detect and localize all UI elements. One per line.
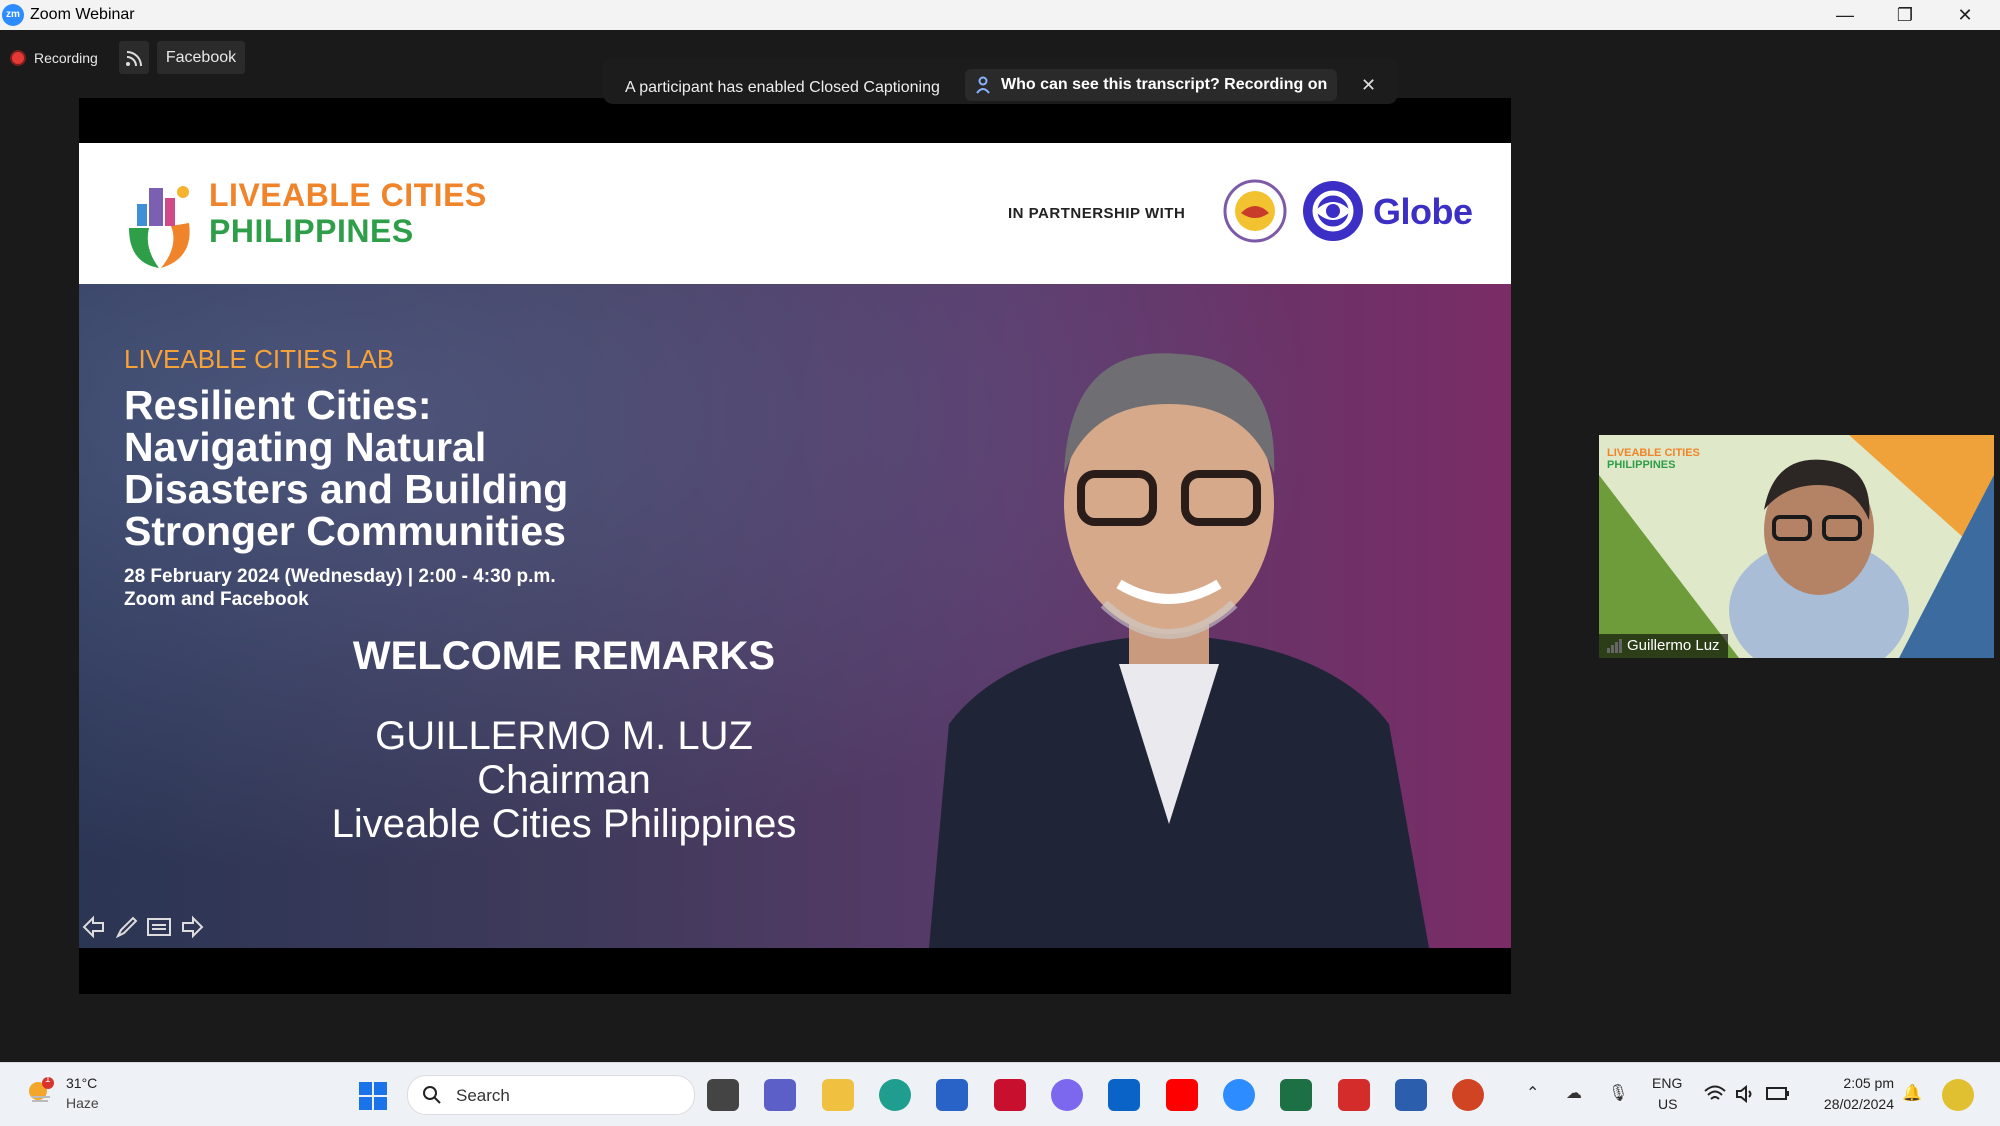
- facebook-stream-button[interactable]: Facebook: [157, 41, 245, 74]
- windows-start-icon[interactable]: [358, 1081, 388, 1111]
- copilot-app-icon[interactable]: [1051, 1079, 1083, 1111]
- speaker-role: Chairman: [477, 758, 651, 802]
- live-stream-button[interactable]: [119, 41, 149, 74]
- slide-header: LIVEABLE CITIES PHILIPPINES IN PARTNERSH…: [79, 143, 1511, 284]
- weather-badge: 1: [45, 1074, 51, 1085]
- store-app-icon[interactable]: [936, 1079, 968, 1111]
- menu-icon: [147, 918, 171, 936]
- close-banner-button[interactable]: ✕: [1361, 75, 1376, 96]
- pen-icon: [115, 916, 138, 939]
- minimize-button[interactable]: —: [1815, 0, 1875, 30]
- taskbar-search[interactable]: Search: [407, 1075, 695, 1115]
- slide-date-time: 28 February 2024 (Wednesday) | 2:00 - 4:…: [124, 566, 556, 587]
- language-line1[interactable]: ENG: [1652, 1075, 1682, 1091]
- speaker-icon[interactable]: [1735, 1085, 1755, 1103]
- zoom-app-icon: zm: [2, 4, 24, 26]
- video-bg-logo-line1: LIVEABLE CITIES: [1607, 447, 1700, 459]
- wifi-icon[interactable]: [1704, 1085, 1726, 1103]
- weather-condition: Haze: [66, 1095, 99, 1111]
- next-slide-button[interactable]: [177, 913, 205, 941]
- language-line2: US: [1658, 1096, 1678, 1112]
- excel-app-icon[interactable]: [1280, 1079, 1312, 1111]
- windows-taskbar: 1 31°C Haze Search ⌃ ☁ 🎙 ENG US 2:05 pm …: [0, 1062, 2000, 1126]
- search-icon: [423, 1086, 441, 1104]
- battery-icon[interactable]: [1766, 1085, 1790, 1101]
- slide-org-line1: LIVEABLE CITIES: [209, 177, 487, 213]
- minimize-icon: —: [1836, 5, 1854, 25]
- slide-series: LIVEABLE CITIES LAB: [124, 344, 395, 374]
- arrow-left-icon: [82, 915, 104, 939]
- arrow-right-icon: [182, 915, 204, 939]
- partnership-label: IN PARTNERSHIP WITH: [1008, 205, 1186, 222]
- globe-logo-icon: [1303, 181, 1363, 241]
- slide-segment-title: WELCOME REMARKS: [352, 634, 776, 678]
- close-icon: ✕: [1361, 75, 1377, 95]
- search-label: Search: [456, 1086, 510, 1105]
- zoom-taskbar-icon[interactable]: [1223, 1079, 1255, 1111]
- tray-overflow-icon[interactable]: ⌃: [1526, 1083, 1539, 1103]
- speaker-portrait: [929, 353, 1429, 948]
- slide-menu-button[interactable]: [145, 913, 173, 941]
- slide-org-line2: PHILIPPINES: [209, 213, 414, 249]
- outlook-app-icon[interactable]: [1108, 1079, 1140, 1111]
- slide-platforms: Zoom and Facebook: [124, 589, 309, 610]
- weather-temperature: 31°C: [66, 1075, 98, 1091]
- acrobat-app-icon[interactable]: [1338, 1079, 1370, 1111]
- copilot-tray-icon[interactable]: [1942, 1079, 1974, 1111]
- headline-line: Disasters and Building: [124, 466, 569, 512]
- video-bg-logo: LIVEABLE CITIES PHILIPPINES: [1607, 447, 1700, 471]
- recording-indicator[interactable]: Recording: [12, 44, 98, 72]
- close-icon: ✕: [1957, 5, 1973, 25]
- presentation-slide: LIVEABLE CITIES PHILIPPINES IN PARTNERSH…: [79, 143, 1511, 948]
- restore-icon: ❐: [1896, 5, 1914, 25]
- notification-icon[interactable]: 🔔: [1902, 1083, 1922, 1103]
- slide-body: LIVEABLE CITIES LAB Resilient Cities: Na…: [79, 284, 1511, 948]
- youtube-app-icon[interactable]: [1166, 1079, 1198, 1111]
- participant-name: Guillermo Luz: [1599, 634, 1728, 658]
- file-explorer-app-icon[interactable]: [822, 1079, 854, 1111]
- task-view-app-icon[interactable]: [707, 1079, 739, 1111]
- speaker-name: GUILLERMO M. LUZ: [375, 714, 753, 758]
- word-app-icon[interactable]: [1395, 1079, 1427, 1111]
- mcafee-app-icon[interactable]: [994, 1079, 1026, 1111]
- previous-slide-button[interactable]: [81, 913, 109, 941]
- edge-app-icon[interactable]: [879, 1079, 911, 1111]
- close-window-button[interactable]: ✕: [1935, 0, 1995, 30]
- closed-caption-banner: A participant has enabled Closed Caption…: [603, 57, 1398, 104]
- restore-button[interactable]: ❐: [1875, 0, 1935, 30]
- headline-line: Stronger Communities: [124, 508, 566, 554]
- speaker-org: Liveable Cities Philippines: [331, 802, 797, 846]
- window-title: Zoom Webinar: [30, 6, 135, 23]
- taskbar-time[interactable]: 2:05 pm: [1834, 1075, 1894, 1091]
- caption-message: A participant has enabled Closed Caption…: [625, 79, 940, 96]
- powerpoint-app-icon[interactable]: [1452, 1079, 1484, 1111]
- live-stream-icon: [126, 51, 142, 67]
- transcript-info-label: Who can see this transcript? Recording o…: [1001, 76, 1328, 93]
- headline-line: Navigating Natural: [124, 424, 487, 470]
- slide-headline: Resilient Cities: Navigating Natural Dis…: [124, 384, 684, 552]
- teams-app-icon[interactable]: [764, 1079, 796, 1111]
- slideshow-controls: [81, 913, 205, 941]
- liveable-cities-logo: [129, 186, 190, 268]
- recording-dot-icon: [12, 52, 24, 64]
- transcript-info-button[interactable]: Who can see this transcript? Recording o…: [965, 69, 1338, 101]
- video-bg-logo-line2: PHILIPPINES: [1607, 459, 1676, 471]
- headline-line: Resilient Cities:: [124, 382, 432, 428]
- onedrive-icon[interactable]: ☁: [1566, 1083, 1582, 1103]
- shared-screen: LIVEABLE CITIES PHILIPPINES IN PARTNERSH…: [79, 98, 1511, 994]
- window-title-bar: zm Zoom Webinar — ❐ ✕: [0, 0, 2000, 30]
- participant-video-tile[interactable]: LIVEABLE CITIES PHILIPPINES Guillermo Lu…: [1599, 435, 1994, 658]
- taskbar-date: 28/02/2024: [1823, 1096, 1894, 1112]
- pen-tool-button[interactable]: [113, 913, 141, 941]
- globe-logo-text: Globe: [1373, 191, 1473, 232]
- recording-label: Recording: [34, 50, 98, 66]
- person-icon: [976, 76, 990, 94]
- city-seal-logo: [1223, 179, 1287, 243]
- microphone-icon[interactable]: 🎙: [1608, 1083, 1628, 1103]
